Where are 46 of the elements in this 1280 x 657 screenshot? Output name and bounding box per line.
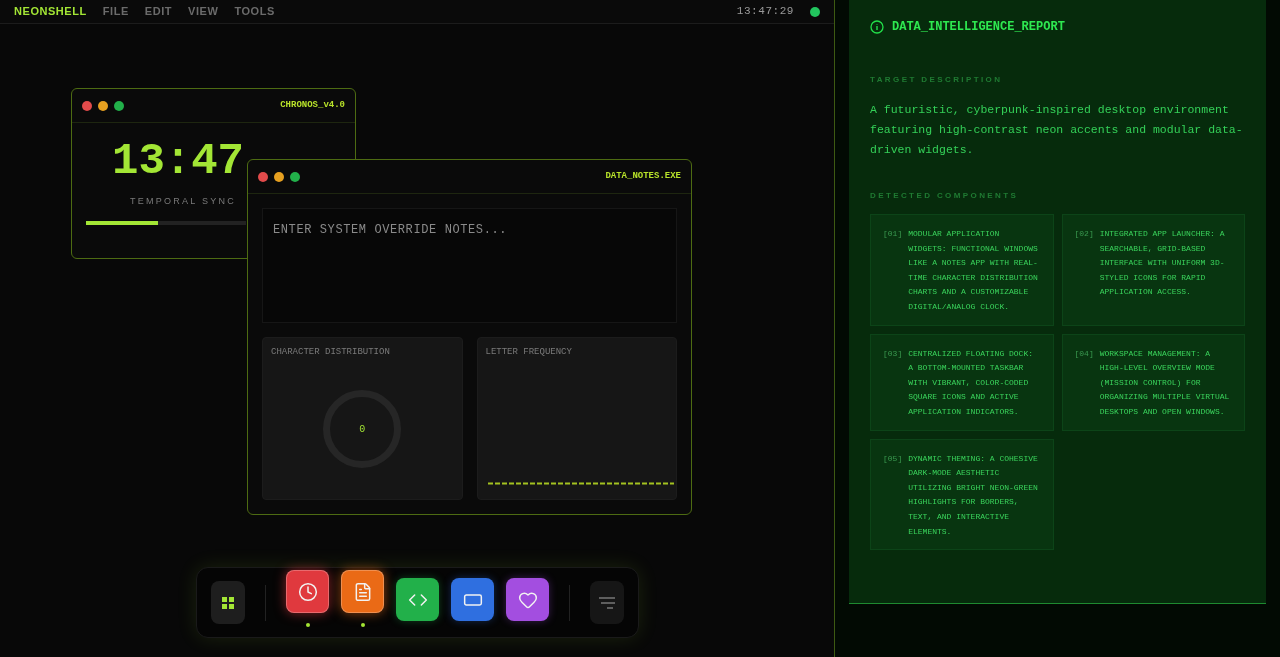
window-app-button[interactable] xyxy=(451,578,494,621)
minimize-light[interactable] xyxy=(98,100,108,111)
menu-item[interactable]: TOOLS xyxy=(234,3,275,20)
menu-clock: 13:47:29 xyxy=(736,4,794,20)
component-index: [05] xyxy=(883,452,903,465)
component-text: INTEGRATED APP LAUNCHER: A SEARCHABLE, GRID-BASED INTERFACE WITH UNIFORM 3D-STYLED ICONS FOR RAPID APPLICATION ACCESS. xyxy=(1099,228,1226,299)
component-index: [04] xyxy=(1074,347,1094,360)
report-title: DATA_INTELLIGENCE_REPORT xyxy=(892,19,1065,36)
window-title: DATA_NOTES.EXE xyxy=(605,169,681,183)
section-label: TARGET DESCRIPTION xyxy=(870,74,1004,86)
component-index: [01] xyxy=(883,228,903,240)
component-text: MODULAR APPLICATION WIDGETS: FUNCTIONAL WINDOWS LIKE A NOTES APP WITH REAL-TIME CHARACTER DISTRIBUTION CHARTS AND A CUSTOMIZABLE DIGITAL/ANALOG CLOCK. xyxy=(908,228,1039,313)
clock-app-button[interactable] xyxy=(286,570,329,613)
close-light[interactable] xyxy=(82,100,92,111)
component-index: [03] xyxy=(883,347,903,360)
component-text: DYNAMIC THEMING: A COHESIVE DARK-MODE AESTHETIC UTILIZING BRIGHT NEON-GREEN HIGHLIGHTS FOR BORDERS, TEXT, AND INTERACTIVE ELEMENTS. xyxy=(908,452,1039,538)
component-index: [02] xyxy=(1074,228,1094,240)
close-light[interactable] xyxy=(258,171,268,182)
menu-item[interactable]: EDIT xyxy=(144,3,173,20)
brand-name: NEONSHELL xyxy=(14,4,87,20)
menu-icon xyxy=(598,596,615,609)
maximize-light[interactable] xyxy=(114,100,124,111)
character-count: 0 xyxy=(359,422,366,437)
chart-title: CHARACTER DISTRIBUTION xyxy=(271,346,391,359)
component-text: CENTRALIZED FLOATING DOCK: A BOTTOM-MOUNTED TASKBAR WITH VIBRANT, COLOR-CODED SQUARE ICONS AND ACTIVE APPLICATION INDICATORS. xyxy=(908,347,1035,418)
notes-field[interactable]: ENTER SYSTEM OVERRIDE NOTES... xyxy=(262,208,677,323)
grid-icon xyxy=(222,596,235,609)
clock-icon xyxy=(297,581,318,602)
heart-app-button[interactable] xyxy=(506,578,549,621)
clock-caption: TEMPORAL SYNC xyxy=(130,196,236,206)
component-text: WORKSPACE MANAGEMENT: A HIGH-LEVEL OVERVIEW MODE (MISSION CONTROL) FOR ORGANIZING MULTIPLE VIRTUAL DESKTOPS AND OPEN WINDOWS. xyxy=(1099,347,1231,418)
menu-item[interactable]: FILE xyxy=(102,3,129,20)
menu-item[interactable]: VIEW xyxy=(188,3,219,20)
chart-title: LETTER FREQUENCY xyxy=(485,346,573,359)
maximize-light[interactable] xyxy=(290,171,300,182)
code-app-button[interactable] xyxy=(396,578,439,621)
notes-app-button[interactable] xyxy=(341,570,384,613)
app-grid-button[interactable] xyxy=(211,581,246,624)
window-title: CHRONOS_v4.0 xyxy=(280,98,345,112)
minimize-light[interactable] xyxy=(274,171,284,182)
menu-button[interactable] xyxy=(589,581,624,624)
section-label: DETECTED COMPONENTS xyxy=(870,190,1020,202)
info-icon xyxy=(870,20,884,34)
description-text: A futuristic, cyberpunk-inspired desktop environment featuring high-contrast neon accents and modular data-driven widgets. xyxy=(870,102,1244,158)
digital-clock: 13:47 xyxy=(112,135,245,187)
heart-icon xyxy=(517,589,538,610)
